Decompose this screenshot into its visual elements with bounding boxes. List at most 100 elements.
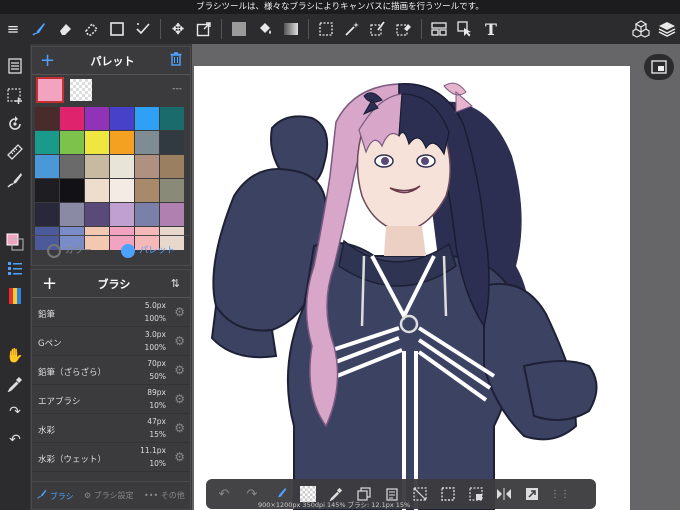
palette-swatch[interactable] <box>135 203 159 226</box>
select-tool-icon[interactable] <box>313 16 339 42</box>
palette-swatch[interactable] <box>35 131 59 154</box>
add-brush-button[interactable]: + <box>42 273 57 294</box>
color-panel-icon[interactable] <box>3 230 27 254</box>
select-all-button[interactable] <box>436 482 460 506</box>
gradient-tool-icon[interactable] <box>278 16 304 42</box>
palette-swatch[interactable] <box>160 155 184 178</box>
palette-swatch[interactable] <box>110 107 134 130</box>
brush-name: 水彩 <box>38 426 56 436</box>
palette-swatch[interactable] <box>135 107 159 130</box>
gear-icon[interactable]: ⚙ <box>174 392 185 406</box>
gear-icon[interactable]: ⚙ <box>174 421 185 435</box>
palette-swatch[interactable] <box>35 107 59 130</box>
eyedropper-icon[interactable] <box>3 372 27 396</box>
transparent-swatch[interactable] <box>70 79 92 101</box>
palette-swatch[interactable] <box>60 131 84 154</box>
eraser-tool-icon[interactable] <box>52 16 78 42</box>
text-tool-icon[interactable]: T <box>478 16 504 42</box>
tab-brush[interactable]: ブラシ <box>37 489 74 502</box>
gear-icon[interactable]: ⚙ <box>174 334 185 348</box>
brush-row[interactable]: 水彩 47px 15% ⚙ <box>32 414 190 443</box>
brush-opacity: 10% <box>149 459 166 468</box>
current-color-swatch[interactable] <box>36 77 64 103</box>
brush-row[interactable]: 鉛筆 5.0px 100% ⚙ <box>32 298 190 327</box>
add-palette-button[interactable]: + <box>40 50 55 71</box>
palette-swatch[interactable] <box>85 107 109 130</box>
palette-swatch[interactable] <box>110 203 134 226</box>
clear-button[interactable] <box>408 482 432 506</box>
more-grid-icon[interactable]: ⋮⋮ <box>548 482 572 506</box>
transform-tool-icon[interactable] <box>191 16 217 42</box>
fill-color-icon[interactable] <box>226 16 252 42</box>
ruler-icon[interactable] <box>3 140 27 164</box>
palette-swatch[interactable] <box>135 131 159 154</box>
brush-row[interactable]: Gペン 3.0px 100% ⚙ <box>32 327 190 356</box>
palette-swatch[interactable] <box>85 155 109 178</box>
navigator-button[interactable] <box>644 54 674 80</box>
brush-size: 47px <box>147 417 166 426</box>
bucket-tool-icon[interactable] <box>252 16 278 42</box>
palette-swatch[interactable] <box>110 155 134 178</box>
brush-tool-icon[interactable] <box>26 16 52 42</box>
select-eraser-icon[interactable] <box>391 16 417 42</box>
brush-row[interactable]: 水彩（ウェット） 11.1px 10% ⚙ <box>32 443 190 472</box>
palette-swatch[interactable] <box>110 179 134 202</box>
file-list-icon[interactable] <box>3 54 27 78</box>
palette-swatch[interactable] <box>110 131 134 154</box>
palette-swatch[interactable] <box>60 107 84 130</box>
menu-icon[interactable]: ≡ <box>0 16 26 42</box>
layer-panel-icon[interactable] <box>3 284 27 308</box>
tab-palette[interactable]: パレット <box>121 243 175 258</box>
blur-eraser-icon[interactable] <box>78 16 104 42</box>
deselect-button[interactable] <box>464 482 488 506</box>
tab-brush-settings[interactable]: ⚙ ブラシ設定 <box>84 490 134 501</box>
hand-tool-icon[interactable]: ✋ <box>3 344 27 368</box>
shape-tool-icon[interactable] <box>104 16 130 42</box>
brush-row[interactable]: 鉛筆（ざらざら） 70px 50% ⚙ <box>32 356 190 385</box>
redo-icon[interactable]: ↷ <box>3 400 27 424</box>
move-tool-icon[interactable]: ✥ <box>165 16 191 42</box>
palette-swatch[interactable] <box>135 155 159 178</box>
brush-settings-icon[interactable] <box>3 168 27 192</box>
select-pen-icon[interactable] <box>365 16 391 42</box>
transform-quick-button[interactable] <box>520 482 544 506</box>
undo-icon[interactable]: ↶ <box>3 428 27 452</box>
trash-icon[interactable] <box>170 51 182 70</box>
brush-opacity: 15% <box>149 430 166 439</box>
palette-swatch[interactable] <box>60 179 84 202</box>
brush-row[interactable]: エアブラシ 89px 10% ⚙ <box>32 385 190 414</box>
palette-swatch[interactable] <box>135 179 159 202</box>
undo-button[interactable]: ↶ <box>212 482 236 506</box>
gear-icon[interactable]: ⚙ <box>174 305 185 319</box>
palette-swatch[interactable] <box>160 203 184 226</box>
palette-swatch[interactable] <box>85 131 109 154</box>
palette-swatch[interactable] <box>160 131 184 154</box>
palette-swatch[interactable] <box>60 203 84 226</box>
palette-swatch[interactable] <box>35 155 59 178</box>
palette-header: + パレット <box>32 47 190 75</box>
materials-icon[interactable] <box>628 16 654 42</box>
layers-icon[interactable] <box>654 16 680 42</box>
sort-icon[interactable]: ⇅ <box>171 277 180 290</box>
tab-brush-other[interactable]: ••• その他 <box>144 490 185 501</box>
gear-icon[interactable]: ⚙ <box>174 450 185 464</box>
flip-horizontal-button[interactable] <box>492 482 516 506</box>
gear-icon[interactable]: ⚙ <box>174 363 185 377</box>
canvas[interactable] <box>194 66 630 510</box>
palette-swatch[interactable] <box>35 203 59 226</box>
rotate-canvas-icon[interactable] <box>3 112 27 136</box>
palette-swatch[interactable] <box>60 155 84 178</box>
palette-swatch[interactable] <box>35 179 59 202</box>
dot-pen-icon[interactable] <box>130 16 156 42</box>
brush-list-icon[interactable] <box>3 256 27 280</box>
brush-opacity: 10% <box>149 401 166 410</box>
tab-color[interactable]: カラー <box>46 243 92 258</box>
palette-swatch[interactable] <box>160 179 184 202</box>
selection-menu-icon[interactable] <box>3 84 27 108</box>
palette-swatch[interactable] <box>85 179 109 202</box>
magic-wand-icon[interactable] <box>339 16 365 42</box>
operation-tool-icon[interactable] <box>452 16 478 42</box>
palette-swatch[interactable] <box>85 203 109 226</box>
palette-swatch[interactable] <box>160 107 184 130</box>
frame-divider-icon[interactable] <box>426 16 452 42</box>
